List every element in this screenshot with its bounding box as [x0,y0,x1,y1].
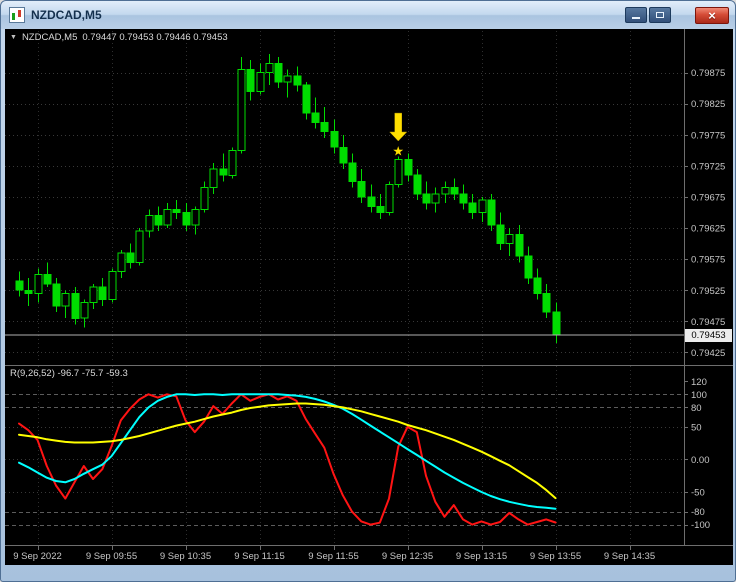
svg-text:0.79525: 0.79525 [691,286,725,297]
svg-text:0.79725: 0.79725 [691,161,725,172]
svg-text:0.79875: 0.79875 [691,68,725,79]
restore-button[interactable] [649,7,671,23]
svg-text:9 Sep 11:15: 9 Sep 11:15 [234,551,285,562]
window-controls: × [625,6,729,24]
svg-text:0.79675: 0.79675 [691,193,725,204]
time-axis[interactable]: 9 Sep 2022 9 Sep 09:55 9 Sep 10:35 9 Sep 11… [13,546,655,562]
indicator-axis[interactable]: 120 100 80 50 0.00 -50 -80 -100 [684,377,710,531]
bid-price-tag: 0.79453 [685,329,732,342]
indicator-label: R(9,26,52) -96.7 -75.7 -59.3 [10,368,128,379]
svg-text:9 Sep 11:55: 9 Sep 11:55 [308,551,359,562]
titlebar[interactable]: NZDCAD,M5 × [1,1,735,29]
svg-text:-80: -80 [691,507,705,518]
chart-client-area: ★ 0.79875 0.79825 0.79775 0.79725 0.79675 0.79… [5,29,733,565]
svg-text:0.79575: 0.79575 [691,255,725,266]
close-icon: × [708,7,716,23]
svg-text:0.79475: 0.79475 [691,317,725,328]
star-icon[interactable]: ★ [392,144,404,159]
r-slow-line [18,402,557,500]
svg-text:9 Sep 09:55: 9 Sep 09:55 [86,551,137,562]
close-button[interactable]: × [695,6,729,24]
svg-text:0.79775: 0.79775 [691,130,725,141]
minimize-icon [632,17,640,19]
svg-text:0.79425: 0.79425 [691,348,725,359]
chart-window: NZDCAD,M5 × ★ 0.79875 0.79825 0.79775 0.7972… [0,0,736,582]
window-title: NZDCAD,M5 [31,8,102,22]
sell-arrow-icon[interactable] [389,112,408,142]
price-axis[interactable]: 0.79875 0.79825 0.79775 0.79725 0.79675 0.796… [684,68,725,359]
svg-text:9 Sep 2022: 9 Sep 2022 [13,551,62,562]
vertical-grid-layer [38,31,631,545]
chart-icon [9,7,25,23]
r-medium-line [18,393,557,510]
restore-icon [656,12,664,18]
svg-text:9 Sep 14:35: 9 Sep 14:35 [604,551,655,562]
svg-text:50: 50 [691,422,702,433]
svg-text:120: 120 [691,377,707,388]
svg-text:9 Sep 10:35: 9 Sep 10:35 [160,551,211,562]
svg-text:100: 100 [691,390,707,401]
svg-text:-100: -100 [691,520,710,531]
r-fast-line [18,393,557,526]
chart-ohlc-values: 0.79447 0.79453 0.79446 0.79453 [82,32,228,43]
chart-symbol-label: NZDCAD,M5 [21,32,78,43]
minimize-button[interactable] [625,7,647,23]
price-grid-layer [5,73,684,353]
dropdown-arrow-icon[interactable]: ▼ [10,34,17,41]
svg-text:9 Sep 12:35: 9 Sep 12:35 [382,551,433,562]
svg-text:9 Sep 13:55: 9 Sep 13:55 [530,551,581,562]
svg-text:-50: -50 [691,488,705,499]
svg-text:0.79625: 0.79625 [691,224,725,235]
svg-text:9 Sep 13:15: 9 Sep 13:15 [456,551,507,562]
svg-text:0.00: 0.00 [691,455,710,466]
indicator-lines-layer [18,393,557,526]
candlestick-layer [15,54,561,344]
svg-text:80: 80 [691,403,702,414]
svg-text:0.79825: 0.79825 [691,99,725,110]
price-chart[interactable]: ★0.798750.798250.797750.797250.796750.79… [5,29,733,565]
chart-ohlc-label: ▼ NZDCAD,M5 0.79447 0.79453 0.79446 0.79… [10,32,228,43]
